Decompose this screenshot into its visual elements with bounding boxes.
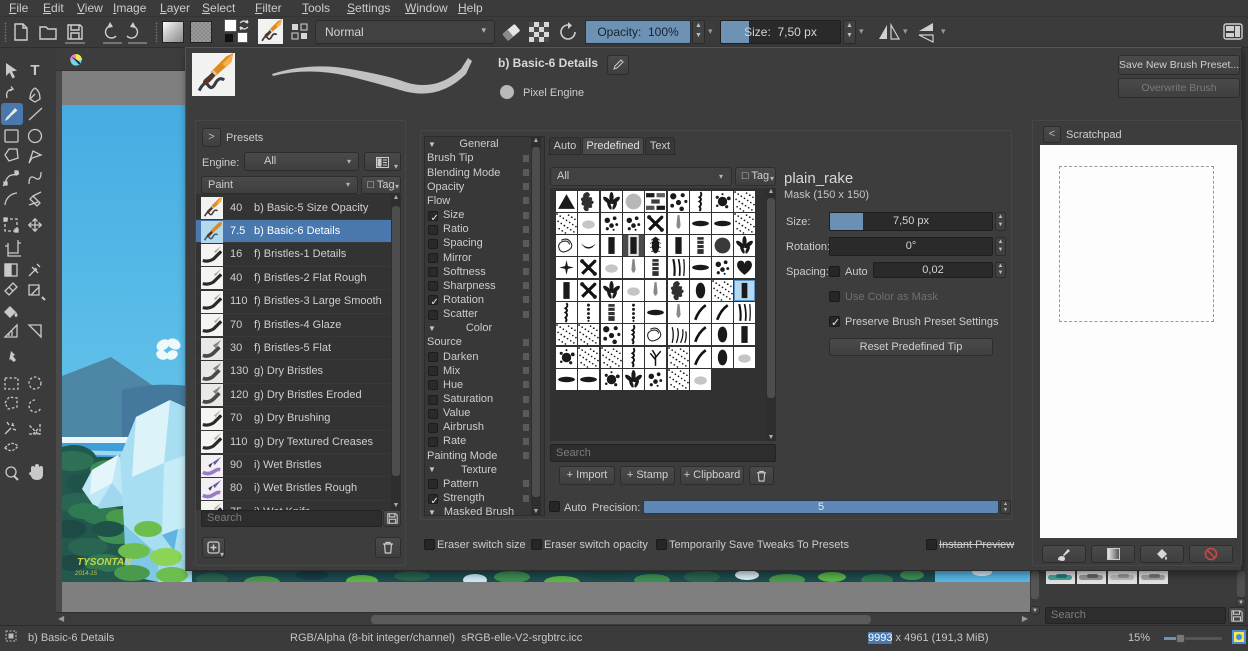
svg-text:2014-15: 2014-15 bbox=[74, 571, 98, 577]
svg-text:TYSONTAN: TYSONTAN bbox=[77, 557, 132, 568]
svg-text:T: T bbox=[30, 62, 39, 79]
